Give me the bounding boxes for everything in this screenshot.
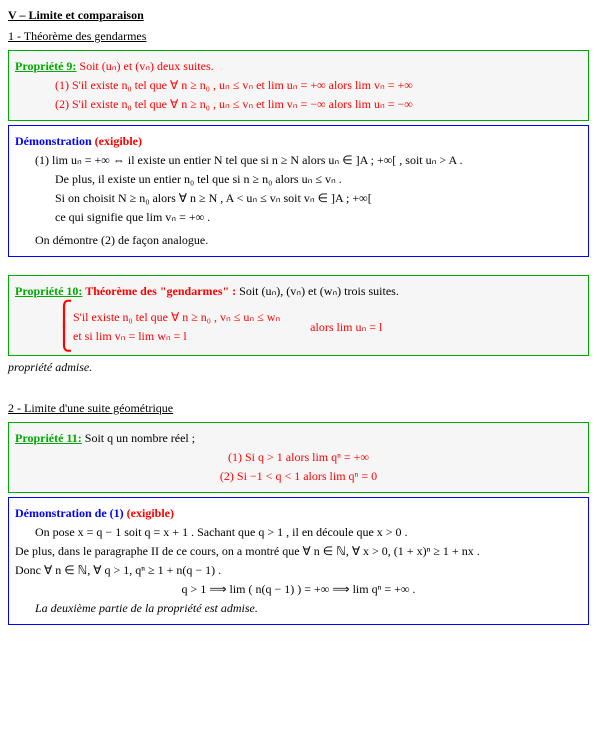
prop9-header: Propriété 9: Soit (uₙ) et (vₙ) deux suit…: [15, 59, 582, 74]
prop11-intro: Soit q un nombre réel ;: [82, 431, 195, 445]
demo2-label: Démonstration de (1): [15, 506, 127, 520]
prop9-intro: Soit (uₙ) et (vₙ) deux suites.: [76, 59, 213, 73]
prop10-b1: S'il existe n₀ tel que ∀ n ≥ n₀ , vₙ ≤ u…: [73, 310, 280, 325]
demo2-l1: On pose x = q − 1 soit q = x + 1 . Sacha…: [35, 525, 582, 540]
demo-1-box: Démonstration (exigible) (1) lim uₙ = +∞…: [8, 125, 589, 257]
demo1-l5: On démontre (2) de façon analogue.: [35, 233, 582, 248]
prop10-b2: et si lim vₙ = lim wₙ = l: [73, 329, 280, 344]
prop11-label: Propriété 11:: [15, 431, 82, 445]
brace-icon: ⎧⎩: [55, 303, 73, 351]
demo1-exig: (exigible): [95, 134, 142, 148]
prop10-concl: alors lim uₙ = l: [310, 320, 382, 335]
prop9-line2: (2) S'il existe n₀ tel que ∀ n ≥ n₀ , uₙ…: [55, 97, 582, 112]
prop10-header: Propriété 10: Théorème des "gendarmes" :…: [15, 284, 582, 299]
section-1-title: 1 - Théorème des gendarmes: [8, 29, 589, 44]
demo2-l4: q > 1 ⟹ lim ( n(q − 1) ) = +∞ ⟹ lim qⁿ =…: [15, 582, 582, 597]
demo1-header: Démonstration (exigible): [15, 134, 582, 149]
prop10-body: ⎧⎩ S'il existe n₀ tel que ∀ n ≥ n₀ , vₙ …: [15, 303, 582, 351]
demo1-label: Démonstration: [15, 134, 95, 148]
demo1-l2: De plus, il existe un entier n₀ tel que …: [55, 172, 582, 187]
demo2-l3: Donc ∀ n ∈ ℕ, ∀ q > 1, qⁿ ≥ 1 + n(q − 1)…: [15, 563, 582, 578]
demo1-l1: (1) lim uₙ = +∞ ⇔ il existe un entier N …: [35, 153, 582, 168]
prop10-intro: Soit (uₙ), (vₙ) et (wₙ) trois suites.: [239, 284, 399, 298]
demo2-l2: De plus, dans le paragraphe II de ce cou…: [15, 544, 582, 559]
prop10-note: propriété admise.: [8, 360, 589, 375]
prop10-title: Théorème des "gendarmes" :: [82, 284, 239, 298]
section-2-title: 2 - Limite d'une suite géométrique: [8, 401, 589, 416]
propriete-11-box: Propriété 11: Soit q un nombre réel ; (1…: [8, 422, 589, 493]
demo-2-box: Démonstration de (1) (exigible) On pose …: [8, 497, 589, 625]
demo2-header: Démonstration de (1) (exigible): [15, 506, 582, 521]
propriete-10-box: Propriété 10: Théorème des "gendarmes" :…: [8, 275, 589, 356]
prop11-l2: (2) Si −1 < q < 1 alors lim qⁿ = 0: [15, 469, 582, 484]
prop9-label: Propriété 9:: [15, 59, 76, 73]
prop10-label: Propriété 10:: [15, 284, 82, 298]
propriete-9-box: Propriété 9: Soit (uₙ) et (vₙ) deux suit…: [8, 50, 589, 121]
prop9-line1: (1) S'il existe n₀ tel que ∀ n ≥ n₀ , uₙ…: [55, 78, 582, 93]
demo2-exig: (exigible): [127, 506, 174, 520]
demo1-l3: Si on choisit N ≥ n₀ alors ∀ n ≥ N , A <…: [55, 191, 582, 206]
demo1-l4: ce qui signifie que lim vₙ = +∞ .: [55, 210, 582, 225]
page-title: V – Limite et comparaison: [8, 8, 589, 23]
prop11-header: Propriété 11: Soit q un nombre réel ;: [15, 431, 582, 446]
demo2-l5: La deuxième partie de la propriété est a…: [15, 601, 582, 616]
prop11-l1: (1) Si q > 1 alors lim qⁿ = +∞: [15, 450, 582, 465]
